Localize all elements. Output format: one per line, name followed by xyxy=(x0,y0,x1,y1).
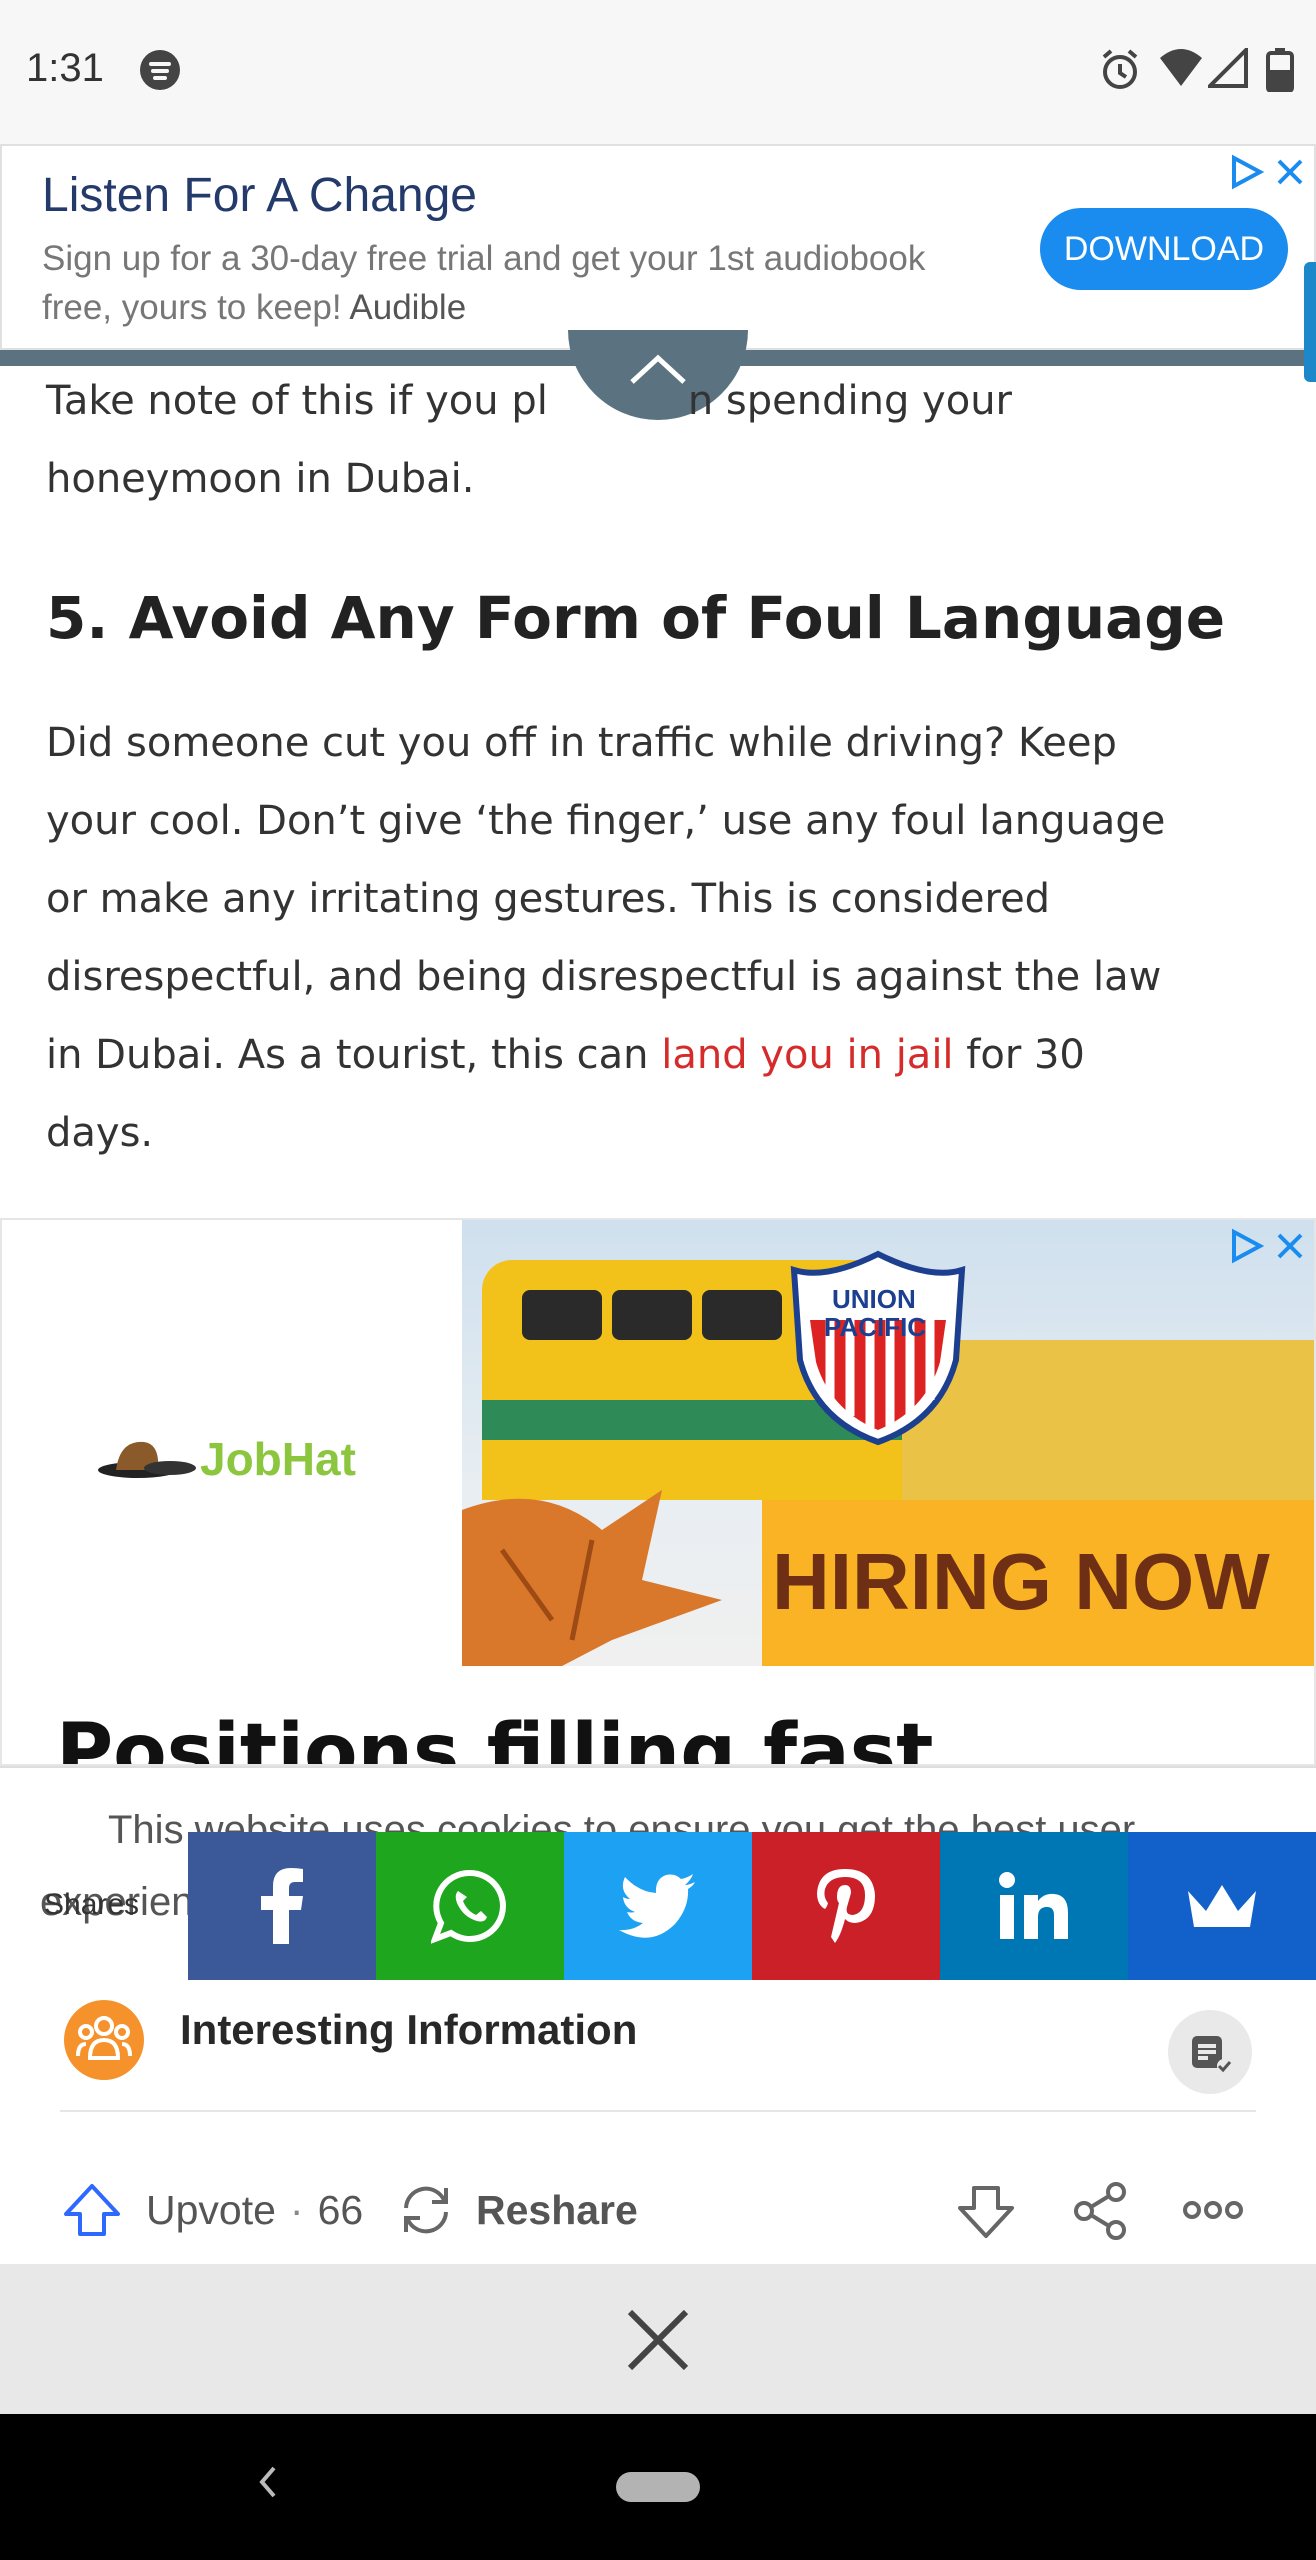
wifi-icon xyxy=(1160,49,1202,86)
dismiss-bar xyxy=(0,2264,1316,2414)
facebook-share-button[interactable] xyxy=(188,1832,376,1980)
close-ad-icon[interactable] xyxy=(1274,156,1306,188)
ad-headline[interactable]: Positions filling fast xyxy=(56,1708,933,1764)
jobhat-logo: JobHat xyxy=(98,1426,358,1486)
crown-share-button[interactable] xyxy=(1128,1832,1316,1980)
space-name[interactable]: Interesting Information xyxy=(180,2006,637,2054)
audible-ad-banner[interactable]: Listen For A Change Sign up for a 30-day… xyxy=(0,144,1316,350)
shares-label: Shares xyxy=(44,1888,140,1921)
whatsapp-icon xyxy=(431,1869,506,1944)
ad-brand: Audible xyxy=(349,288,467,327)
union-pacific-shield xyxy=(790,1250,966,1446)
whatsapp-share-button[interactable] xyxy=(376,1832,564,1980)
badge-line-2: PACIFIC xyxy=(824,1312,927,1342)
divider xyxy=(60,2110,1256,2112)
logo-text: JobHat xyxy=(200,1433,356,1485)
upvote-count: 66 xyxy=(317,2186,364,2233)
follow-icon xyxy=(1192,2036,1232,2073)
reshare-button[interactable]: Reshare xyxy=(396,2182,638,2238)
spotify-icon xyxy=(140,50,180,90)
people-group-icon xyxy=(76,2016,132,2060)
body-line: Did someone cut you off in traffic while… xyxy=(46,720,1117,766)
more-options-icon[interactable] xyxy=(1182,2198,1244,2222)
section-heading: 5. Avoid Any Form of Foul Language xyxy=(46,584,1226,652)
back-icon[interactable] xyxy=(256,2462,280,2502)
side-tab[interactable] xyxy=(1304,262,1316,382)
autumn-leaves xyxy=(462,1490,722,1666)
dot-separator: · xyxy=(289,2186,304,2233)
pinterest-icon xyxy=(817,1869,875,1943)
upvote-button[interactable]: Upvote · 66 xyxy=(62,2182,363,2238)
ad-description: Sign up for a 30-day free trial and get … xyxy=(42,239,926,327)
crown-icon xyxy=(1188,1885,1256,1927)
space-avatar[interactable] xyxy=(64,2000,144,2080)
badge-line-1: UNION xyxy=(832,1284,916,1314)
pinterest-share-button[interactable] xyxy=(752,1832,940,1980)
status-bar: 1:31 xyxy=(0,0,1316,144)
upvote-icon xyxy=(64,2184,120,2236)
intro-line-1: Take note of this if you pl n spending yo… xyxy=(46,378,1012,424)
close-ad-icon[interactable] xyxy=(1274,1230,1306,1262)
clock: 1:31 xyxy=(26,46,104,90)
jail-link[interactable]: land you in jail xyxy=(661,1032,953,1078)
body-line: or make any irritating gestures. This is… xyxy=(46,876,1051,922)
share-bar xyxy=(188,1832,1316,1980)
twitter-icon xyxy=(619,1874,695,1938)
reshare-icon xyxy=(404,2186,448,2234)
body-line: disrespectful, and being disrespectful i… xyxy=(46,954,1162,1000)
body-line: in Dubai. As a tourist, this can land yo… xyxy=(46,1032,1085,1078)
body-line: days. xyxy=(46,1110,154,1156)
alarm-icon xyxy=(1102,49,1138,89)
downvote-icon[interactable] xyxy=(956,2184,1016,2240)
close-icon[interactable] xyxy=(626,2308,690,2372)
battery-icon xyxy=(1266,48,1294,92)
adchoices-icon[interactable] xyxy=(1228,154,1264,190)
hat-icon xyxy=(98,1441,196,1478)
ad-title[interactable]: Listen For A Change xyxy=(42,168,477,223)
intro-line-2: honeymoon in Dubai. xyxy=(46,456,475,502)
body-line: your cool. Don’t give ‘the finger,’ use … xyxy=(46,798,1166,844)
job-ad[interactable]: JobHat UNION PACIFIC HIRING NOW Position… xyxy=(0,1218,1316,1766)
linkedin-icon xyxy=(999,1872,1068,1939)
signal-icon xyxy=(1208,48,1248,88)
train-image: UNION PACIFIC HIRING NOW xyxy=(462,1220,1314,1666)
reshare-label: Reshare xyxy=(476,2186,638,2233)
hiring-now-text: HIRING NOW xyxy=(772,1537,1270,1626)
download-button[interactable]: DOWNLOAD xyxy=(1040,208,1288,290)
follow-space-button[interactable] xyxy=(1168,2010,1252,2094)
adchoices-icon[interactable] xyxy=(1228,1228,1264,1264)
share-icon[interactable] xyxy=(1070,2180,1130,2242)
twitter-share-button[interactable] xyxy=(564,1832,752,1980)
home-button[interactable] xyxy=(616,2472,700,2502)
linkedin-share-button[interactable] xyxy=(940,1832,1128,1980)
facebook-icon xyxy=(261,1868,303,1944)
upvote-label: Upvote xyxy=(146,2186,276,2233)
